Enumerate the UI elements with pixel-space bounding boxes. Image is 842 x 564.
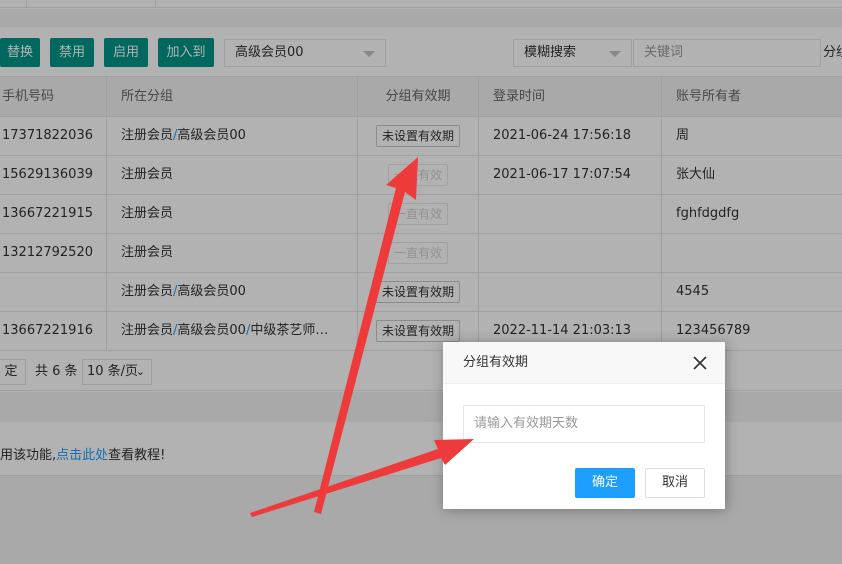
validity-days-input[interactable]: 请输入有效期天数 — [463, 405, 705, 443]
close-icon-svg — [693, 356, 707, 370]
confirm-button[interactable]: 确定 — [575, 468, 635, 498]
close-icon[interactable] — [691, 354, 709, 372]
dialog-header: 分组有效期 — [443, 342, 725, 384]
cancel-button[interactable]: 取消 — [645, 468, 705, 498]
validity-dialog: 分组有效期 请输入有效期天数 确定 取消 — [443, 342, 725, 509]
dialog-title: 分组有效期 — [463, 355, 529, 370]
